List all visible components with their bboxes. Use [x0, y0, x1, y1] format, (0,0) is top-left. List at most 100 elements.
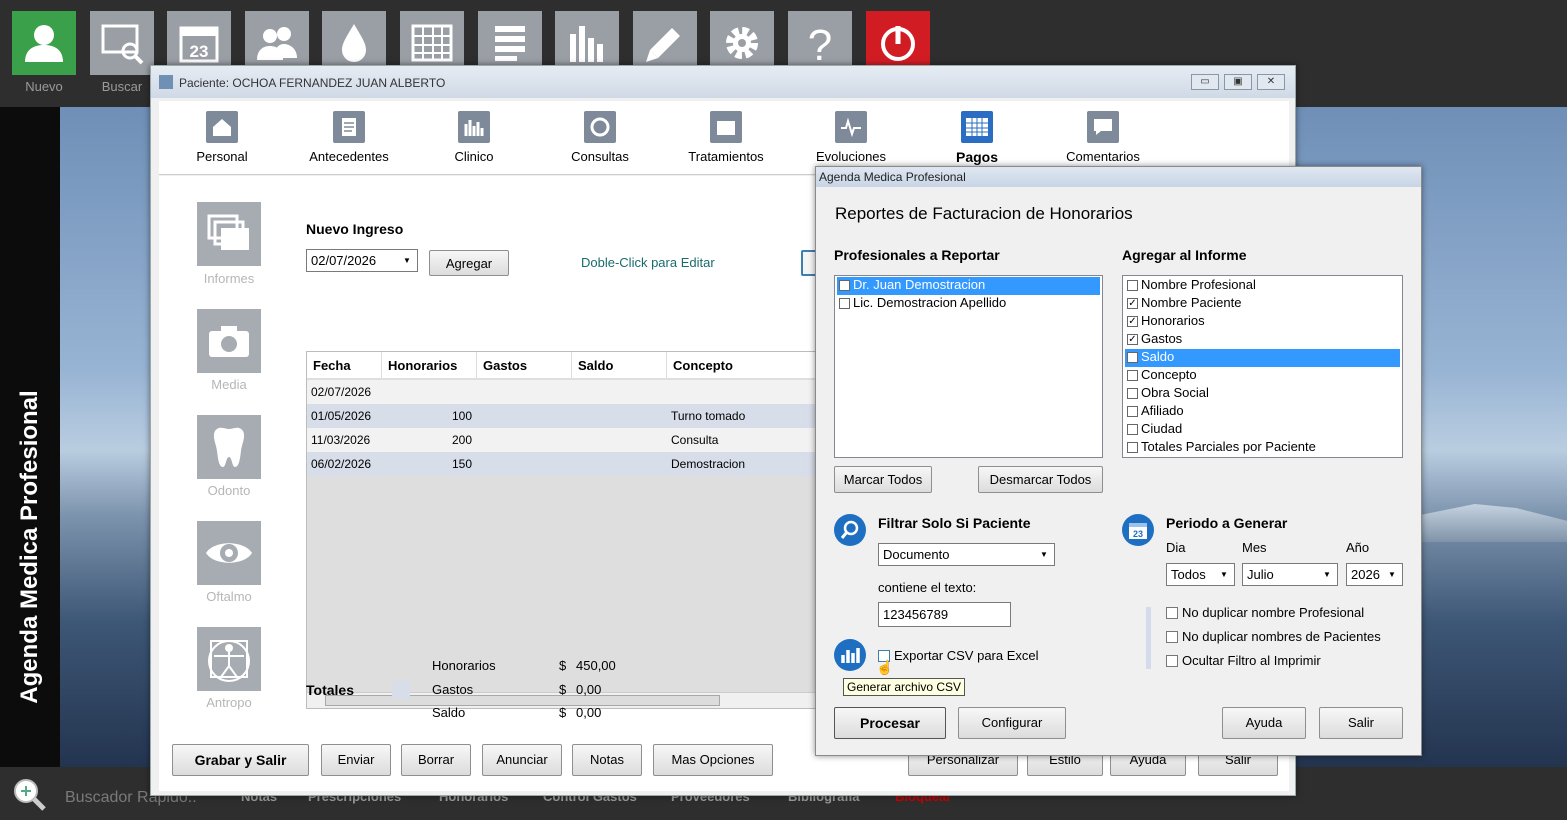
- help-icon: ?: [808, 21, 832, 66]
- checkbox-icon[interactable]: [1166, 631, 1178, 643]
- table-row[interactable]: 11/03/2026 200 Consulta: [307, 428, 827, 452]
- checkbox-icon[interactable]: [1127, 388, 1138, 399]
- list-item[interactable]: Concepto: [1125, 367, 1400, 385]
- col-concepto[interactable]: Concepto: [667, 352, 827, 378]
- col-honorarios[interactable]: Honorarios: [382, 352, 477, 378]
- filtro-select-value: Documento: [883, 547, 950, 562]
- table-row[interactable]: 01/05/2026 100 Turno tomado: [307, 404, 827, 428]
- checkbox-checked-icon[interactable]: ✓: [1127, 352, 1138, 363]
- tab-consultas[interactable]: Consultas: [545, 101, 655, 175]
- checkbox-icon[interactable]: [1166, 655, 1178, 667]
- enviar-button[interactable]: Enviar: [321, 744, 391, 776]
- chat-icon: [1087, 111, 1119, 143]
- checkbox-icon[interactable]: [1127, 280, 1138, 291]
- checkbox-checked-icon[interactable]: ✓: [1127, 334, 1138, 345]
- scrollbar-thumb[interactable]: [325, 695, 720, 706]
- tab-antecedentes[interactable]: Antecedentes: [294, 101, 404, 175]
- dia-select[interactable]: Todos ▼: [1166, 563, 1235, 586]
- texto-input[interactable]: [878, 602, 1011, 627]
- profesionales-list[interactable]: ✓ Dr. Juan Demostracion Lic. Demostracion…: [834, 275, 1103, 458]
- list-item[interactable]: Lic. Demostracion Apellido: [837, 295, 1100, 313]
- procesar-button[interactable]: Procesar: [834, 707, 946, 739]
- refresh-icon: [584, 111, 616, 143]
- list-item[interactable]: ✓ Nombre Paciente: [1125, 295, 1400, 313]
- checkbox-icon[interactable]: [1127, 370, 1138, 381]
- list-item[interactable]: ✓ Gastos: [1125, 331, 1400, 349]
- periodo-label: Periodo a Generar: [1166, 515, 1288, 531]
- col-gastos[interactable]: Gastos: [477, 352, 572, 378]
- list-item[interactable]: Totales Parciales por Paciente: [1125, 439, 1400, 457]
- dialog-ayuda-button[interactable]: Ayuda: [1222, 707, 1306, 739]
- checkbox-icon[interactable]: [1166, 607, 1178, 619]
- exportar-csv-checkbox[interactable]: Exportar CSV para Excel: [878, 648, 1039, 663]
- maximize-button[interactable]: ▣: [1224, 74, 1252, 90]
- checkbox-icon[interactable]: [1127, 424, 1138, 435]
- tab-clinico[interactable]: Clinico: [419, 101, 529, 175]
- col-fecha[interactable]: Fecha: [307, 352, 382, 378]
- new-patient-button[interactable]: [12, 11, 76, 75]
- configurar-button[interactable]: Configurar: [958, 707, 1066, 739]
- list-item[interactable]: ✓ Honorarios: [1125, 313, 1400, 331]
- agregar-button[interactable]: Agregar: [429, 250, 509, 276]
- checkbox-icon[interactable]: [839, 298, 850, 309]
- user-icon: [25, 25, 63, 62]
- tooth-icon[interactable]: [197, 415, 261, 479]
- tab-evoluciones[interactable]: Evoluciones: [796, 101, 906, 175]
- chevron-down-icon[interactable]: ▼: [1036, 546, 1052, 564]
- cell-honorarios: 200: [451, 433, 472, 447]
- mas-opciones-button[interactable]: Mas Opciones: [653, 744, 773, 776]
- chevron-down-icon[interactable]: ▼: [1319, 566, 1335, 584]
- table-row[interactable]: 02/07/2026: [307, 380, 827, 404]
- informes-icon[interactable]: [197, 202, 261, 266]
- borrar-button[interactable]: Borrar: [401, 744, 471, 776]
- chevron-down-icon[interactable]: ▼: [1216, 566, 1232, 584]
- tab-personal[interactable]: Personal: [167, 101, 277, 175]
- table-row[interactable]: 06/02/2026 150 Demostracion: [307, 452, 827, 476]
- desmarcar-todos-button[interactable]: Desmarcar Todos: [978, 466, 1103, 493]
- no-dup-pacientes-checkbox[interactable]: No duplicar nombres de Pacientes: [1166, 629, 1381, 644]
- list-item[interactable]: ✓ Dr. Juan Demostracion: [837, 277, 1100, 295]
- svg-text:23: 23: [190, 42, 209, 61]
- camera-icon[interactable]: [197, 309, 261, 373]
- filtro-select[interactable]: Documento ▼: [878, 543, 1055, 566]
- chevron-down-icon[interactable]: ▼: [399, 252, 415, 270]
- list-item[interactable]: ✓ Saldo: [1125, 349, 1400, 367]
- no-dup-profesional-checkbox[interactable]: No duplicar nombre Profesional: [1166, 605, 1364, 620]
- close-button[interactable]: ✕: [1257, 74, 1285, 90]
- minimize-button[interactable]: ▭: [1191, 74, 1219, 90]
- informe-list[interactable]: Nombre Profesional ✓ Nombre Paciente ✓ Hon…: [1122, 275, 1403, 458]
- dialog-salir-button[interactable]: Salir: [1319, 707, 1403, 739]
- totales-swatch: [392, 681, 410, 699]
- anunciar-button[interactable]: Anunciar: [482, 744, 562, 776]
- checkbox-checked-icon[interactable]: ✓: [1127, 298, 1138, 309]
- tab-pagos[interactable]: Pagos: [922, 101, 1032, 175]
- list-item-label: Nombre Profesional: [1141, 277, 1256, 292]
- anio-select[interactable]: 2026 ▼: [1346, 563, 1403, 586]
- quick-search-icon[interactable]: [12, 777, 48, 813]
- grabar-salir-button[interactable]: Grabar y Salir: [172, 744, 309, 776]
- date-picker[interactable]: 02/07/2026 ▼: [306, 249, 418, 272]
- mes-select-value: Julio: [1247, 567, 1274, 582]
- notas-button[interactable]: Notas: [572, 744, 642, 776]
- search-button[interactable]: [90, 11, 154, 75]
- list-item-label: Saldo: [1141, 349, 1175, 364]
- list-item[interactable]: Obra Social: [1125, 385, 1400, 403]
- marcar-todos-button[interactable]: Marcar Todos: [834, 466, 932, 493]
- chevron-down-icon[interactable]: ▼: [1384, 566, 1400, 584]
- cell-fecha: 06/02/2026: [311, 457, 372, 471]
- list-item[interactable]: Afiliado: [1125, 403, 1400, 421]
- checkbox-checked-icon[interactable]: ✓: [839, 280, 850, 291]
- list-item[interactable]: Nombre Profesional: [1125, 277, 1400, 295]
- tab-tratamientos[interactable]: Tratamientos: [671, 101, 781, 175]
- vitruvian-icon[interactable]: [197, 627, 261, 691]
- ocultar-filtro-checkbox[interactable]: Ocultar Filtro al Imprimir: [1166, 653, 1321, 668]
- checkbox-icon[interactable]: [1127, 442, 1138, 453]
- checkbox-checked-icon[interactable]: ✓: [1127, 316, 1138, 327]
- col-saldo[interactable]: Saldo: [572, 352, 667, 378]
- tab-comentarios[interactable]: Comentarios: [1048, 101, 1158, 175]
- payments-table[interactable]: Fecha Honorarios Gastos Saldo Concepto 0…: [306, 351, 827, 709]
- mes-select[interactable]: Julio ▼: [1242, 563, 1338, 586]
- eye-icon[interactable]: [197, 521, 261, 585]
- list-item[interactable]: Ciudad: [1125, 421, 1400, 439]
- checkbox-icon[interactable]: [1127, 406, 1138, 417]
